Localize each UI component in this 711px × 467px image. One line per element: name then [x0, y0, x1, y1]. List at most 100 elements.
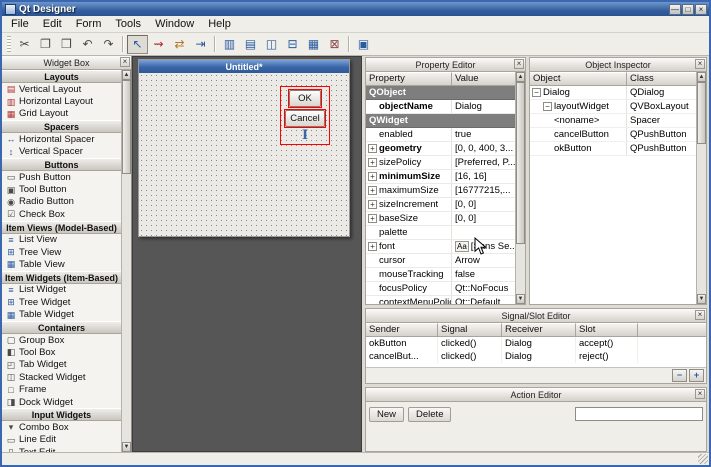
- scroll-down-icon[interactable]: ▼: [122, 442, 131, 452]
- expand-icon[interactable]: +: [368, 200, 377, 209]
- edit-widgets-icon[interactable]: ↖: [127, 35, 148, 54]
- column-header-receiver[interactable]: Receiver: [502, 323, 576, 337]
- cut-icon[interactable]: ✂: [14, 35, 35, 54]
- menu-help[interactable]: Help: [201, 17, 238, 31]
- titlebar[interactable]: Qt Designer — □ ×: [2, 2, 709, 16]
- property-value-cell[interactable]: Qt::Default...: [452, 296, 515, 304]
- widget-item-tool-button[interactable]: ▣Tool Button: [2, 183, 121, 195]
- inspector-row-okbutton[interactable]: okButtonQPushButton: [530, 142, 696, 156]
- expand-icon[interactable]: +: [368, 158, 377, 167]
- property-value-cell[interactable]: [16777215,...: [452, 184, 515, 197]
- property-row-sizeincrement[interactable]: +sizeIncrement[0, 0]: [366, 198, 515, 212]
- form-window[interactable]: Untitled* OK Cancel I: [138, 59, 350, 237]
- vertical-spacer-icon[interactable]: I: [302, 129, 308, 142]
- property-row-minimumsize[interactable]: +minimumSize[16, 16]: [366, 170, 515, 184]
- action-filter-input[interactable]: [575, 407, 703, 421]
- break-layout-icon[interactable]: ⊠: [324, 35, 345, 54]
- property-row-sizepolicy[interactable]: +sizePolicy[Preferred, P...: [366, 156, 515, 170]
- scrollbar-thumb[interactable]: [697, 82, 706, 144]
- layout-horizontal-icon[interactable]: ▥: [219, 35, 240, 54]
- column-header-class[interactable]: Class: [627, 72, 696, 86]
- inspector-row-layoutwidget[interactable]: −layoutWidgetQVBoxLayout: [530, 100, 696, 114]
- maximize-button[interactable]: □: [682, 4, 694, 15]
- action-editor-close-icon[interactable]: ×: [695, 389, 705, 399]
- property-value-cell[interactable]: Dialog: [452, 100, 515, 113]
- scrollbar-track[interactable]: [516, 82, 525, 294]
- column-header-signal[interactable]: Signal: [438, 323, 502, 337]
- menu-edit[interactable]: Edit: [36, 17, 69, 31]
- property-value-cell[interactable]: false: [452, 268, 515, 281]
- edit-signals-slots-icon[interactable]: ⇝: [148, 35, 169, 54]
- scrollbar-track[interactable]: [122, 80, 131, 442]
- redo-icon[interactable]: ↷: [98, 35, 119, 54]
- widget-category-input-widgets[interactable]: Input Widgets: [2, 408, 121, 421]
- inspector-row-cancelbutton[interactable]: cancelButtonQPushButton: [530, 128, 696, 142]
- property-value-cell[interactable]: [0, 0]: [452, 212, 515, 225]
- property-row-mousetracking[interactable]: mouseTrackingfalse: [366, 268, 515, 282]
- edit-buddies-icon[interactable]: ⇄: [169, 35, 190, 54]
- widget-item-tool-box[interactable]: ◧Tool Box: [2, 346, 121, 358]
- scrollbar-thumb[interactable]: [122, 80, 131, 174]
- expand-icon[interactable]: +: [368, 242, 377, 251]
- property-editor-scrollbar[interactable]: ▲ ▼: [515, 72, 525, 304]
- size-grip-icon[interactable]: [698, 454, 708, 464]
- widget-item-tree-view[interactable]: ⊞Tree View: [2, 246, 121, 258]
- add-connection-button[interactable]: +: [689, 369, 704, 382]
- property-value-cell[interactable]: Qt::NoFocus: [452, 282, 515, 295]
- property-value-cell[interactable]: [Preferred, P...: [452, 156, 515, 169]
- minimize-button[interactable]: —: [669, 4, 681, 15]
- property-group-qobject[interactable]: QObject: [366, 86, 515, 100]
- cancel-button[interactable]: Cancel: [285, 110, 325, 127]
- widget-item-horizontal-spacer[interactable]: ↔Horizontal Spacer: [2, 133, 121, 145]
- widget-item-tree-widget[interactable]: ⊞Tree Widget: [2, 296, 121, 308]
- paste-icon[interactable]: ❒: [56, 35, 77, 54]
- widget-item-line-edit[interactable]: ▭Line Edit: [2, 434, 121, 446]
- delete-action-button[interactable]: Delete: [408, 407, 451, 422]
- widget-item-group-box[interactable]: ▢Group Box: [2, 334, 121, 346]
- property-row-basesize[interactable]: +baseSize[0, 0]: [366, 212, 515, 226]
- column-header-slot[interactable]: Slot: [576, 323, 638, 337]
- widget-category-buttons[interactable]: Buttons: [2, 158, 121, 171]
- property-row-palette[interactable]: palette: [366, 226, 515, 240]
- menu-window[interactable]: Window: [148, 17, 201, 31]
- property-group-qwidget[interactable]: QWidget: [366, 114, 515, 128]
- widget-item-list-widget[interactable]: ≡List Widget: [2, 284, 121, 296]
- scrollbar-thumb[interactable]: [516, 82, 525, 244]
- widget-category-containers[interactable]: Containers: [2, 321, 121, 334]
- scroll-down-icon[interactable]: ▼: [516, 294, 525, 304]
- copy-icon[interactable]: ❐: [35, 35, 56, 54]
- widget-item-grid-layout[interactable]: ▦Grid Layout: [2, 108, 121, 120]
- property-editor-close-icon[interactable]: ×: [514, 59, 524, 69]
- property-value-cell[interactable]: Aa[Sans Se...: [452, 240, 515, 253]
- property-value-cell[interactable]: [452, 226, 515, 239]
- property-value-cell[interactable]: [0, 0, 400, 3...: [452, 142, 515, 155]
- expand-icon[interactable]: +: [368, 144, 377, 153]
- expand-icon[interactable]: +: [368, 214, 377, 223]
- widget-item-vertical-spacer[interactable]: ↕Vertical Spacer: [2, 146, 121, 158]
- widget-category-item-views-model-based[interactable]: Item Views (Model-Based): [2, 221, 121, 234]
- column-header-sender[interactable]: Sender: [366, 323, 438, 337]
- menu-file[interactable]: File: [4, 17, 36, 31]
- menu-tools[interactable]: Tools: [108, 17, 148, 31]
- layout-split-vertical-icon[interactable]: ⊟: [282, 35, 303, 54]
- scrollbar-track[interactable]: [697, 82, 706, 294]
- close-button[interactable]: ×: [695, 4, 707, 15]
- connection-row[interactable]: cancelBut...clicked()Dialogreject(): [366, 350, 706, 363]
- property-value-cell[interactable]: true: [452, 128, 515, 141]
- signal-slot-close-icon[interactable]: ×: [695, 310, 705, 320]
- property-row-objectname[interactable]: objectNameDialog: [366, 100, 515, 114]
- widget-category-layouts[interactable]: Layouts: [2, 70, 121, 83]
- property-value-cell[interactable]: [0, 0]: [452, 198, 515, 211]
- property-row-focuspolicy[interactable]: focusPolicyQt::NoFocus: [366, 282, 515, 296]
- inspector-row-dialog[interactable]: −DialogQDialog: [530, 86, 696, 100]
- menu-form[interactable]: Form: [69, 17, 109, 31]
- object-inspector-close-icon[interactable]: ×: [695, 59, 705, 69]
- ok-button[interactable]: OK: [289, 90, 321, 107]
- property-row-maximumsize[interactable]: +maximumSize[16777215,...: [366, 184, 515, 198]
- property-row-contextmenupolicy[interactable]: contextMenuPolicyQt::Default...: [366, 296, 515, 304]
- widget-item-list-view[interactable]: ≡List View: [2, 234, 121, 246]
- scroll-down-icon[interactable]: ▼: [697, 294, 706, 304]
- property-value-cell[interactable]: [16, 16]: [452, 170, 515, 183]
- property-row-geometry[interactable]: +geometry[0, 0, 400, 3...: [366, 142, 515, 156]
- column-header-object[interactable]: Object: [530, 72, 627, 86]
